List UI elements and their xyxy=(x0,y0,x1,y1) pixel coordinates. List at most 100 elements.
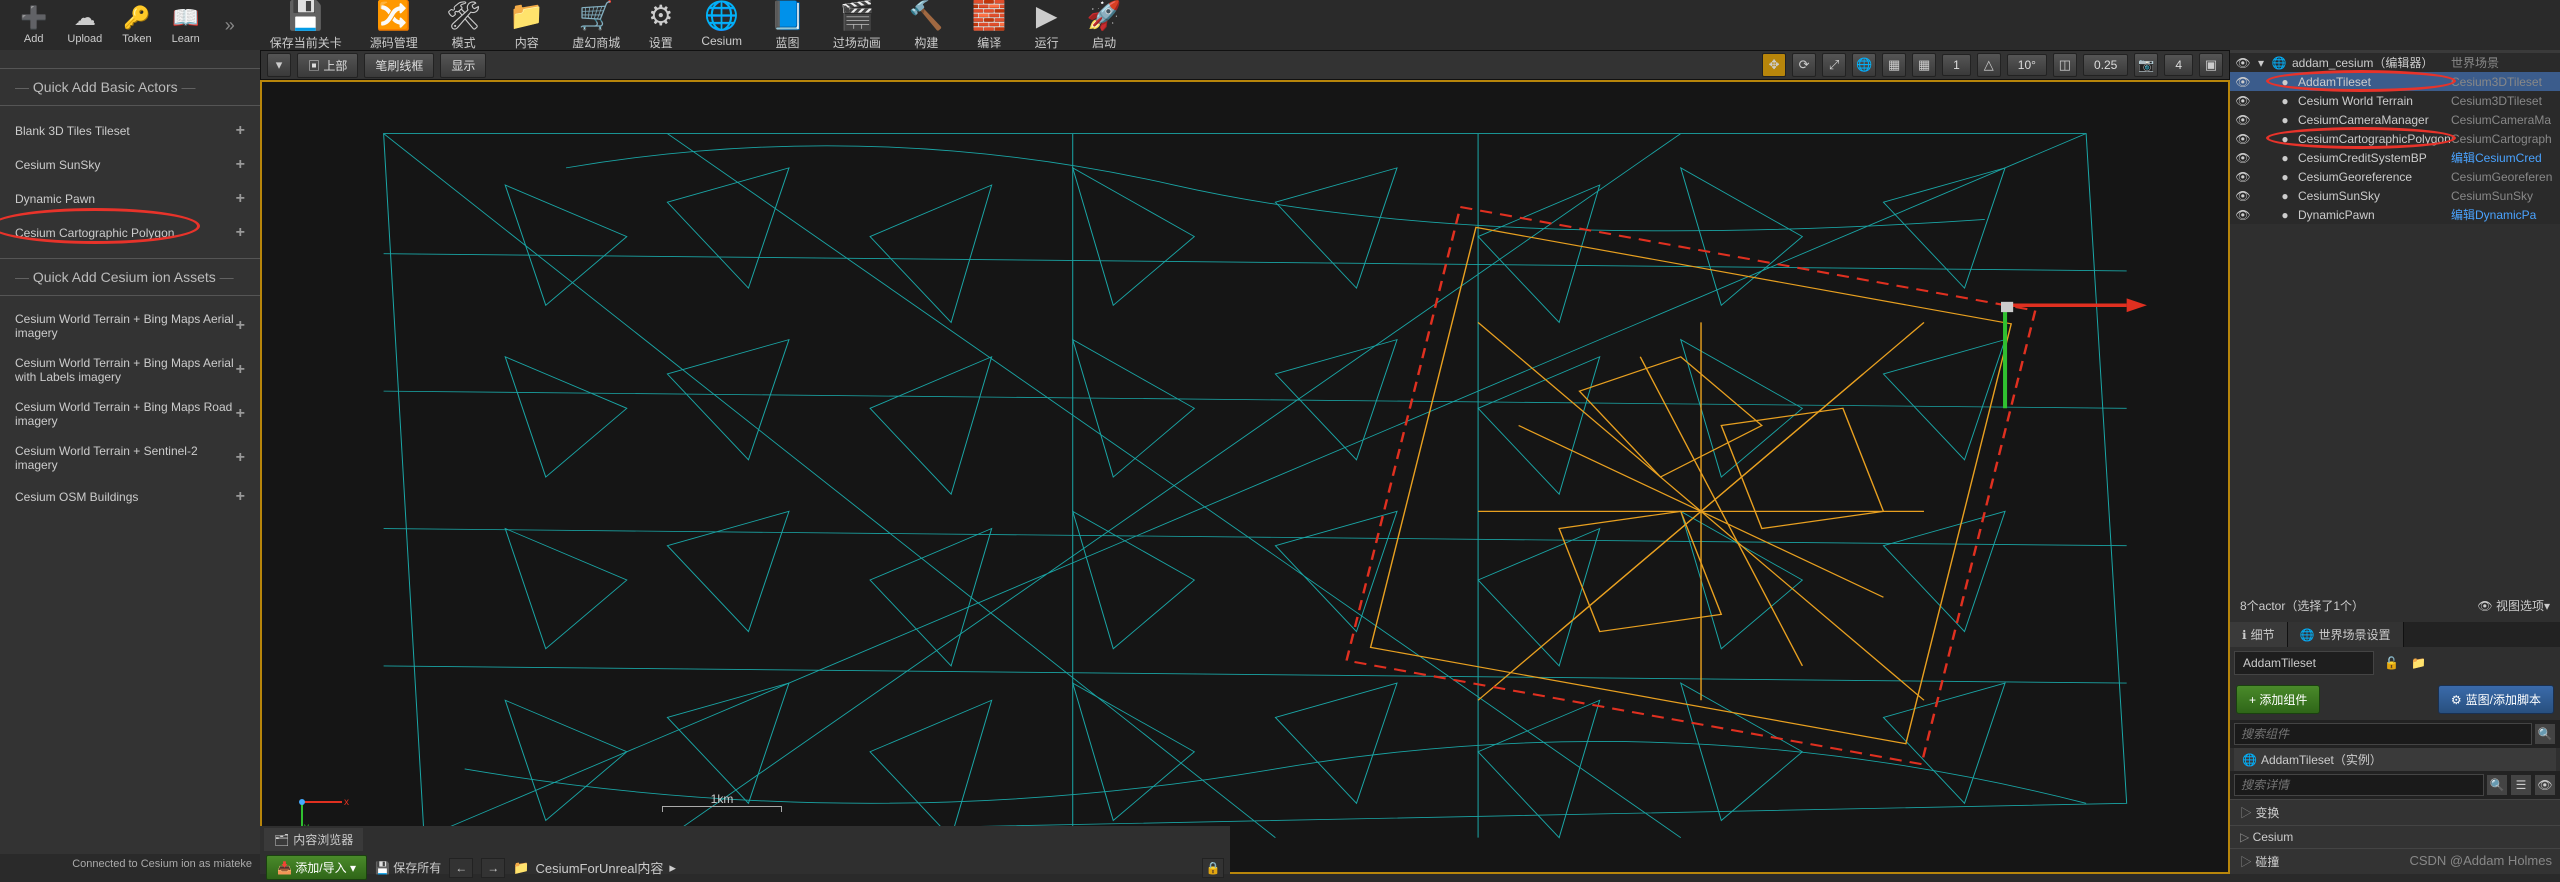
visibility-eye-icon[interactable]: 👁 xyxy=(2234,75,2252,89)
build-button[interactable]: 🔨构建 xyxy=(909,0,944,51)
plus-icon[interactable]: + xyxy=(236,122,245,140)
nav-forward-button[interactable]: → xyxy=(481,858,505,878)
visibility-eye-icon[interactable]: 👁 xyxy=(2234,113,2252,127)
visibility-eye-icon[interactable]: 👁 xyxy=(2234,132,2252,146)
actor-instance-row[interactable]: 🌐AddamTileset（实例） xyxy=(2234,748,2556,771)
outliner-row-cesiumsunsky[interactable]: 👁●CesiumSunSkyCesiumSunSky xyxy=(2230,186,2560,205)
visibility-eye-icon[interactable]: 👁 xyxy=(2234,208,2252,222)
brush-wireframe-button[interactable]: 笔刷线框 xyxy=(364,53,434,78)
play-button[interactable]: ▶运行 xyxy=(1035,0,1059,51)
scale-snap-value[interactable]: 0.25 xyxy=(2083,54,2128,76)
search-icon[interactable]: 🔍 xyxy=(2486,774,2508,796)
outliner-row-cesiumcartographicpolygon[interactable]: 👁●CesiumCartographicPolygonCesiumCartogr… xyxy=(2230,129,2560,148)
plus-icon[interactable]: + xyxy=(236,224,245,242)
blueprint-button[interactable]: 📘蓝图 xyxy=(770,0,805,51)
transform-move-button[interactable]: ✥ xyxy=(1762,53,1786,77)
expand-icon[interactable]: ▾ xyxy=(2252,56,2270,70)
outliner-row-cesiumcameramanager[interactable]: 👁●CesiumCameraManagerCesiumCameraMa xyxy=(2230,110,2560,129)
compile-button[interactable]: 🧱编译 xyxy=(972,0,1007,51)
plus-icon[interactable]: + xyxy=(236,156,245,174)
plus-icon[interactable]: + xyxy=(236,361,245,379)
folder-icon: 📁 xyxy=(509,0,544,32)
sidebar-item-terrain-road[interactable]: Cesium World Terrain + Bing Maps Road im… xyxy=(0,392,260,436)
collapse-icon[interactable]: » xyxy=(220,5,240,45)
nav-back-button[interactable]: ← xyxy=(449,858,473,878)
blueprint-icon: 📘 xyxy=(770,0,805,32)
settings-button[interactable]: ⚙设置 xyxy=(648,0,673,51)
content-browser-tab[interactable]: 🗂内容浏览器 xyxy=(264,828,363,851)
launch-button[interactable]: 🚀启动 xyxy=(1087,0,1122,51)
cinematic-button[interactable]: 🎬过场动画 xyxy=(833,0,881,51)
plus-icon[interactable]: + xyxy=(236,190,245,208)
sidebar-item-blank-tileset[interactable]: Blank 3D Tiles Tileset+ xyxy=(0,114,260,148)
outliner-row-cesiumworldterrain[interactable]: 👁●Cesium World TerrainCesium3DTileset xyxy=(2230,91,2560,110)
learn-button[interactable]: 📖Learn xyxy=(172,5,200,45)
eye-icon[interactable]: 👁 xyxy=(2534,774,2556,796)
grid-snap-button[interactable]: ▦ xyxy=(1912,53,1936,77)
marketplace-button[interactable]: 🛒虚幻商城 xyxy=(572,0,620,51)
plus-icon[interactable]: + xyxy=(236,405,245,423)
coord-space-button[interactable]: 🌐 xyxy=(1852,53,1876,77)
plus-icon[interactable]: + xyxy=(236,317,245,335)
cesium-button[interactable]: 🌐Cesium xyxy=(701,0,742,51)
angle-snap-button[interactable]: △ xyxy=(1977,53,2001,77)
source-control-button[interactable]: 🔀源码管理 xyxy=(370,0,418,51)
camera-speed-value[interactable]: 4 xyxy=(2164,54,2193,76)
search-icon[interactable]: 🔍 xyxy=(2534,723,2556,745)
sidebar-item-dynamic-pawn[interactable]: Dynamic Pawn+ xyxy=(0,182,260,216)
sidebar-item-terrain-aerial[interactable]: Cesium World Terrain + Bing Maps Aerial … xyxy=(0,304,260,348)
sidebar-item-sunsky[interactable]: Cesium SunSky+ xyxy=(0,148,260,182)
scale-snap-button[interactable]: ◫ xyxy=(2053,53,2077,77)
outliner-row-addamcesium[interactable]: 👁▾🌐addam_cesium（编辑器）世界场景 xyxy=(2230,53,2560,72)
save-level-button[interactable]: 💾保存当前关卡 xyxy=(270,0,342,51)
visibility-eye-icon[interactable]: 👁 xyxy=(2234,56,2252,70)
upload-button[interactable]: ☁Upload xyxy=(67,5,102,45)
show-button[interactable]: 显示 xyxy=(440,53,486,78)
add-component-button[interactable]: + 添加组件 xyxy=(2236,685,2320,714)
outliner-row-cesiumgeoreference[interactable]: 👁●CesiumGeoreferenceCesiumGeoreferen xyxy=(2230,167,2560,186)
add-button[interactable]: ➕Add xyxy=(20,5,47,45)
view-options-button[interactable]: 👁 视图选项▾ xyxy=(2477,597,2550,614)
viewport-menu-button[interactable]: ▾ xyxy=(267,53,291,77)
view-top-button[interactable]: ▣ 上部 xyxy=(297,53,358,78)
content-button[interactable]: 📁内容 xyxy=(509,0,544,51)
visibility-eye-icon[interactable]: 👁 xyxy=(2234,151,2252,165)
plus-icon[interactable]: + xyxy=(236,449,245,467)
maximize-button[interactable]: ▣ xyxy=(2199,53,2223,77)
lock-icon[interactable]: 🔓 xyxy=(2378,656,2405,670)
angle-snap-value[interactable]: 10° xyxy=(2007,54,2047,76)
visibility-eye-icon[interactable]: 👁 xyxy=(2234,94,2252,108)
breadcrumb[interactable]: 📁 CesiumForUnreal内容 ▸ xyxy=(513,858,1194,877)
add-import-button[interactable]: 📥 添加/导入 ▾ xyxy=(266,855,367,880)
category-transform[interactable]: 变换 xyxy=(2230,799,2560,825)
outliner-row-dynamicpawn[interactable]: 👁●DynamicPawn编辑DynamicPa xyxy=(2230,205,2560,224)
outliner-row-addamtileset[interactable]: 👁●AddamTilesetCesium3DTileset xyxy=(2230,72,2560,91)
sidebar-item-osm-buildings[interactable]: Cesium OSM Buildings+ xyxy=(0,480,260,514)
save-all-button[interactable]: 💾 保存所有 xyxy=(375,859,441,876)
browse-icon[interactable]: 📁 xyxy=(2405,656,2432,670)
component-search-input[interactable] xyxy=(2234,723,2532,745)
lock-icon[interactable]: 🔒 xyxy=(1202,858,1224,878)
detail-search-input[interactable] xyxy=(2234,774,2484,796)
transform-scale-button[interactable]: ⤢ xyxy=(1822,53,1846,77)
viewport-canvas[interactable]: 1km x y xyxy=(260,80,2230,874)
sidebar-item-cartographic-polygon[interactable]: Cesium Cartographic Polygon+ xyxy=(0,216,260,250)
grid-snap-value[interactable]: 1 xyxy=(1942,54,1971,76)
transform-rotate-button[interactable]: ⟳ xyxy=(1792,53,1816,77)
actor-name-field[interactable]: AddamTileset xyxy=(2234,651,2374,675)
filter-icon[interactable]: ☰ xyxy=(2510,774,2532,796)
token-button[interactable]: 🔑Token xyxy=(122,5,151,45)
outliner-row-cesiumcreditsystembp[interactable]: 👁●CesiumCreditSystemBP编辑CesiumCred xyxy=(2230,148,2560,167)
visibility-eye-icon[interactable]: 👁 xyxy=(2234,189,2252,203)
plus-icon[interactable]: + xyxy=(236,488,245,506)
mode-button[interactable]: 🛠模式 xyxy=(446,0,482,51)
visibility-eye-icon[interactable]: 👁 xyxy=(2234,170,2252,184)
blueprint-script-button[interactable]: ⚙蓝图/添加脚本 xyxy=(2438,685,2554,714)
surface-snap-button[interactable]: ▦ xyxy=(1882,53,1906,77)
sidebar-item-terrain-sentinel[interactable]: Cesium World Terrain + Sentinel-2 imager… xyxy=(0,436,260,480)
category-cesium[interactable]: Cesium xyxy=(2230,825,2560,848)
sidebar-item-terrain-aerial-labels[interactable]: Cesium World Terrain + Bing Maps Aerial … xyxy=(0,348,260,392)
camera-speed-button[interactable]: 📷 xyxy=(2134,53,2158,77)
tab-details[interactable]: ℹ细节 xyxy=(2230,622,2288,647)
tab-world-settings[interactable]: 🌐世界场景设置 xyxy=(2288,622,2404,647)
